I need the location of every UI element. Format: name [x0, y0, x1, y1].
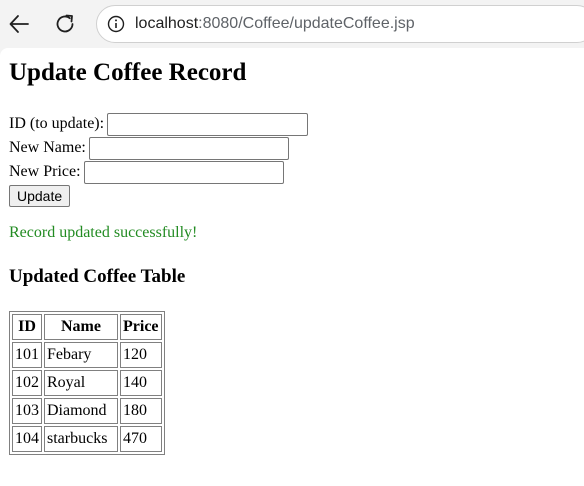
coffee-table: ID Name Price 101 Febary 120 102 Royal 1… [9, 311, 165, 455]
url-host: localhost [135, 15, 199, 32]
header-price: Price [120, 314, 162, 340]
page-content: Update Coffee Record ID (to update): New… [0, 48, 584, 486]
back-button[interactable] [4, 9, 34, 39]
cell-id: 103 [12, 398, 42, 424]
header-name: Name [44, 314, 118, 340]
cell-id: 101 [12, 342, 42, 368]
cell-price: 470 [120, 426, 162, 452]
cell-price: 120 [120, 342, 162, 368]
cell-price: 140 [120, 370, 162, 396]
update-form: ID (to update): New Name: New Price: Upd… [9, 112, 309, 207]
success-message: Record updated successfully! [9, 224, 198, 241]
price-row: New Price: [9, 160, 308, 184]
site-info-icon[interactable] [107, 15, 125, 33]
header-id: ID [12, 314, 42, 340]
url-text: localhost:8080/Coffee/updateCoffee.jsp [135, 15, 415, 33]
table-row: 102 Royal 140 [12, 370, 162, 396]
cell-name: Febary [44, 342, 118, 368]
table-row: 101 Febary 120 [12, 342, 162, 368]
table-row: 104 starbucks 470 [12, 426, 162, 452]
table-title: Updated Coffee Table [9, 266, 186, 287]
browser-toolbar: localhost:8080/Coffee/updateCoffee.jsp [0, 0, 584, 48]
price-label: New Price: [9, 163, 81, 180]
cell-name: Diamond [44, 398, 118, 424]
name-row: New Name: [9, 136, 308, 160]
cell-price: 180 [120, 398, 162, 424]
table-header-row: ID Name Price [12, 314, 162, 340]
price-input[interactable] [83, 160, 284, 184]
id-label: ID (to update): [9, 115, 105, 132]
cell-name: starbucks [44, 426, 118, 452]
id-input[interactable] [107, 112, 309, 136]
reload-button[interactable] [50, 9, 80, 39]
address-bar[interactable]: localhost:8080/Coffee/updateCoffee.jsp [96, 5, 584, 43]
reload-icon [56, 14, 74, 33]
url-path: :8080/Coffee/updateCoffee.jsp [198, 15, 415, 32]
table-row: 103 Diamond 180 [12, 398, 162, 424]
id-row: ID (to update): [9, 112, 309, 136]
name-label: New Name: [9, 139, 86, 156]
cell-id: 104 [12, 426, 42, 452]
cell-id: 102 [12, 370, 42, 396]
update-button[interactable]: Update [9, 185, 71, 207]
back-arrow-icon [9, 15, 29, 33]
page-title: Update Coffee Record [9, 59, 247, 86]
cell-name: Royal [44, 370, 118, 396]
name-input[interactable] [88, 136, 289, 160]
